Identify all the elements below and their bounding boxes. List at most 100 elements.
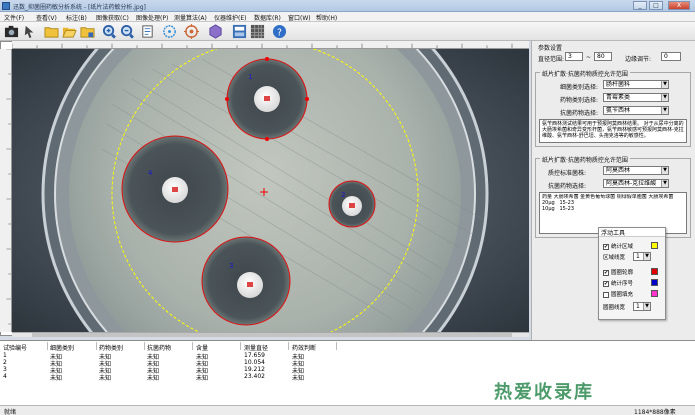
- zone-line-label: 区域线宽: [603, 255, 626, 261]
- qc-drug-select[interactable]: 阿莫西林-克拉维酸 ▼: [603, 179, 669, 188]
- window-title: 迅数_抑菌圈药敏分析系统 - [纸片法药敏分析.jpg]: [13, 4, 146, 11]
- col-divider[interactable]: [144, 342, 145, 350]
- drug-class-select-value: 青霉素类: [606, 94, 631, 101]
- qc-drug-label: 抗菌药物选择:: [548, 183, 587, 190]
- title-bar: 迅数_抑菌圈药敏分析系统 - [纸片法药敏分析.jpg] _ □ X: [0, 0, 695, 12]
- edge-input[interactable]: 0: [661, 52, 681, 61]
- qc-std-select-value: 阿莫西林: [606, 167, 631, 174]
- diameter-min-input[interactable]: 3: [565, 52, 583, 61]
- qc-range: 15-23: [559, 206, 575, 212]
- chevron-down-icon: ▼: [643, 253, 650, 260]
- chevron-down-icon: ▼: [661, 180, 668, 187]
- fill-color-swatch[interactable]: [651, 290, 658, 297]
- stat-zone-checkbox[interactable]: ✔: [603, 243, 609, 250]
- col-header[interactable]: 试验编号: [3, 343, 27, 352]
- cell: 1: [3, 352, 7, 359]
- col-divider[interactable]: [192, 342, 193, 350]
- zone-3-label: 3: [229, 262, 233, 270]
- col-header[interactable]: 药效判断: [292, 343, 316, 352]
- col-header[interactable]: 药物类别: [99, 343, 123, 352]
- zoom-in-icon[interactable]: [102, 24, 117, 39]
- outline-label: 圆圈轮廓: [611, 270, 634, 276]
- marker-color-swatch[interactable]: [651, 279, 658, 286]
- menu-image-capture[interactable]: 图像获取(C): [96, 13, 129, 22]
- drug-note[interactable]: 氨苄西林测试结果可用于预报阿莫西林结果。 对于从尿中分离的大肠埃希菌和奇异变形杆…: [539, 119, 687, 143]
- menu-bar: 文件(F) 查看(V) 标注(B) 图像获取(C) 图像处理(P) 测量算法(A…: [0, 12, 695, 22]
- save-folder-icon[interactable]: [80, 24, 95, 39]
- scrollbar-thumb[interactable]: [32, 333, 512, 337]
- zone-line-select[interactable]: 1 ▼: [633, 252, 651, 261]
- col-header[interactable]: 抗菌药物: [147, 343, 171, 352]
- col-header[interactable]: 细菌类别: [50, 343, 74, 352]
- drug-label: 抗菌药物选择:: [560, 110, 599, 117]
- cell: 未知: [99, 375, 112, 382]
- petri-dish-image[interactable]: 1 2 3 4: [12, 49, 529, 332]
- close-button[interactable]: X: [668, 1, 690, 10]
- col-header[interactable]: 含量: [196, 343, 208, 352]
- outline-color-swatch[interactable]: [651, 268, 658, 275]
- outline-checkbox[interactable]: ✔: [603, 269, 609, 276]
- fill-option[interactable]: 圆圈填充: [603, 290, 633, 298]
- zone-color-swatch[interactable]: [651, 242, 658, 249]
- menu-window[interactable]: 窗口(W): [288, 13, 311, 22]
- qc-std-select[interactable]: 阿莫西林 ▼: [603, 166, 669, 175]
- open-folder-icon[interactable]: [62, 24, 77, 39]
- drug-class-select[interactable]: 青霉素类 ▼: [603, 93, 669, 102]
- folder-icon[interactable]: [44, 24, 59, 39]
- fill-checkbox[interactable]: [603, 291, 609, 298]
- zone-line-option: 区域线宽: [603, 253, 625, 261]
- fit-icon[interactable]: [140, 24, 155, 39]
- circle-line-select[interactable]: 1 ▼: [633, 302, 651, 311]
- stat-zone-option[interactable]: ✔ 统计区域: [603, 242, 633, 250]
- camera-icon[interactable]: [4, 24, 19, 39]
- col-divider[interactable]: [96, 342, 97, 350]
- zone-4[interactable]: 4: [121, 135, 229, 243]
- settings-icon[interactable]: [232, 24, 247, 39]
- horizontal-scrollbar[interactable]: [12, 332, 529, 337]
- zone-2[interactable]: 2: [328, 180, 376, 228]
- target-icon[interactable]: [184, 24, 199, 39]
- menu-measure[interactable]: 测量算法(A): [174, 13, 207, 22]
- chevron-down-icon: ▼: [643, 303, 650, 310]
- menu-database[interactable]: 数据库(R): [254, 13, 281, 22]
- menu-instrument[interactable]: 仪器维护(E): [214, 13, 246, 22]
- marker-label: 统计序号: [611, 281, 634, 287]
- col-header[interactable]: 测量直径: [244, 343, 268, 352]
- chevron-down-icon: ▼: [661, 81, 668, 88]
- bacteria-select-value: 肠杆菌科: [606, 81, 631, 88]
- float-tool-title[interactable]: 浮动工具: [599, 228, 665, 237]
- menu-view[interactable]: 查看(V): [36, 13, 57, 22]
- help-icon[interactable]: ?: [272, 24, 287, 39]
- cell: 2: [3, 359, 7, 366]
- col-divider[interactable]: [47, 342, 48, 350]
- float-tool-panel[interactable]: 浮动工具 ✔ 统计区域 区域线宽 1 ▼ ✔ 圆圈轮廓 ✔ 统计序号 圆圈填充 圆圈线宽…: [598, 227, 666, 320]
- menu-annotate[interactable]: 标注(B): [66, 13, 87, 22]
- marker-option[interactable]: ✔ 统计序号: [603, 279, 633, 287]
- watermark: 热爱收录库: [494, 382, 594, 403]
- marker-checkbox[interactable]: ✔: [603, 280, 609, 287]
- grid-icon[interactable]: [250, 24, 265, 39]
- svg-text:?: ?: [277, 27, 282, 38]
- bacteria-select[interactable]: 肠杆菌科 ▼: [603, 80, 669, 89]
- minimize-button[interactable]: _: [633, 1, 647, 10]
- diameter-max-input[interactable]: 80: [594, 52, 612, 61]
- zone-3[interactable]: 3: [201, 236, 291, 326]
- pointer-icon[interactable]: [22, 24, 37, 39]
- cell: 17.659: [244, 352, 265, 359]
- qc-std-label: 质控标准菌株:: [548, 170, 587, 177]
- col-divider[interactable]: [336, 342, 337, 350]
- menu-file[interactable]: 文件(F): [4, 13, 24, 22]
- chevron-down-icon: ▼: [661, 167, 668, 174]
- menu-image-process[interactable]: 图像处理(P): [136, 13, 168, 22]
- outline-option[interactable]: ✔ 圆圈轮廓: [603, 268, 633, 276]
- menu-help[interactable]: 帮助(H): [316, 13, 337, 22]
- disk-qc-title: 纸片扩散·抗菌药物质控允许范围: [540, 155, 630, 164]
- col-divider[interactable]: [288, 342, 289, 350]
- col-divider[interactable]: [240, 342, 241, 350]
- hexagon-icon[interactable]: [208, 24, 223, 39]
- maximize-button[interactable]: □: [649, 1, 663, 10]
- zoom-out-icon[interactable]: [120, 24, 135, 39]
- circle-select-icon[interactable]: [162, 24, 177, 39]
- qc-drug-select-value: 阿莫西林-克拉维酸: [606, 180, 657, 187]
- drug-select[interactable]: 氨苄西林 ▼: [603, 106, 669, 115]
